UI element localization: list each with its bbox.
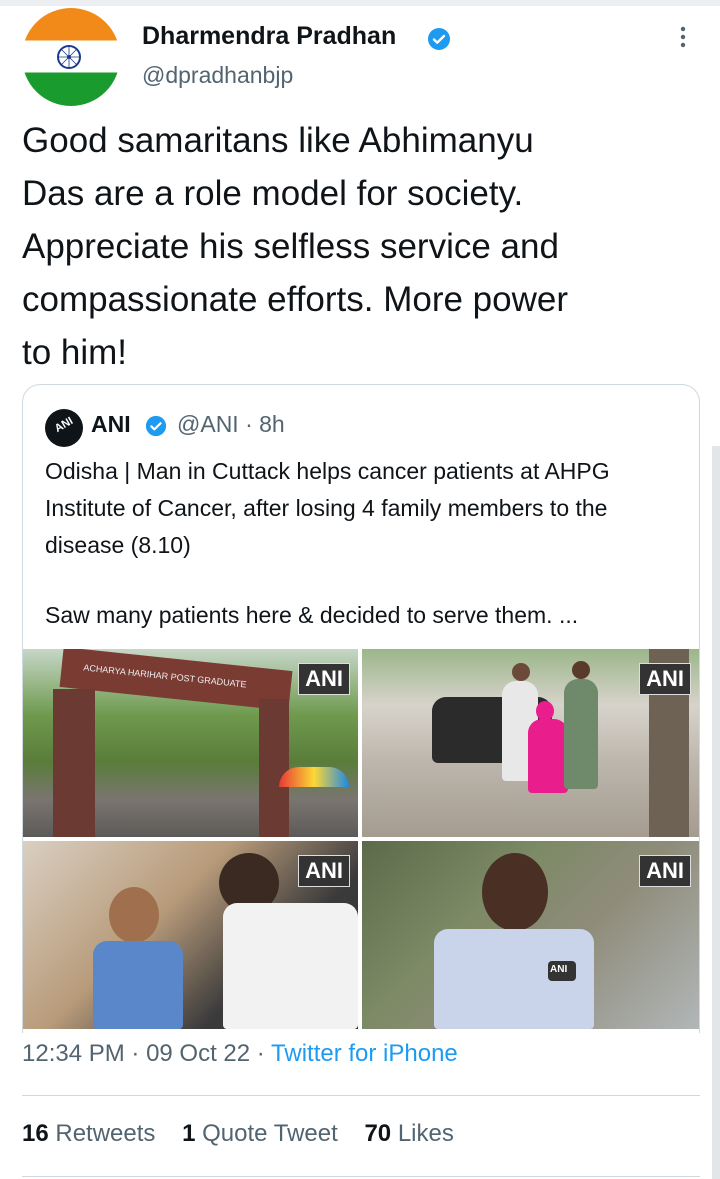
quoted-text: Odisha | Man in Cuttack helps cancer pat… <box>45 458 610 558</box>
ani-avatar[interactable]: ANI <box>45 409 83 447</box>
author-handle[interactable]: @dpradhanbjp <box>142 62 293 89</box>
author-avatar[interactable] <box>22 8 120 106</box>
person-head <box>572 661 590 679</box>
umbrella-shape <box>279 767 349 787</box>
divider <box>22 1176 700 1177</box>
gate-pillar-left <box>53 689 95 837</box>
retweets-stat[interactable]: 16 Retweets <box>22 1120 155 1147</box>
patient-body <box>93 941 183 1029</box>
ani-watermark: ANI <box>639 855 691 887</box>
patient-head <box>109 887 159 943</box>
photo-interview[interactable]: ANI ANI <box>362 841 699 1029</box>
tweet-meta: 12:34 PM · 09 Oct 22 · Twitter for iPhon… <box>22 1040 458 1068</box>
ani-watermark: ANI <box>298 855 350 887</box>
volunteer-body <box>223 903 358 1029</box>
person-head <box>512 663 530 681</box>
scrollbar-track[interactable] <box>712 446 720 1179</box>
microphone-icon: ANI <box>548 961 576 981</box>
person-standing <box>564 679 598 789</box>
quotes-stat[interactable]: 1 Quote Tweet <box>182 1120 338 1147</box>
ashoka-chakra-icon <box>57 45 81 69</box>
quoted-handle-time: @ANI · 8h <box>177 411 285 437</box>
likes-stat[interactable]: 70 Likes <box>364 1120 453 1147</box>
top-divider <box>0 0 720 6</box>
quotes-label: Quote Tweet <box>202 1120 338 1147</box>
quoted-author-name[interactable]: ANI <box>91 411 131 438</box>
tweet-source-link[interactable]: Twitter for iPhone <box>271 1040 458 1067</box>
likes-count: 70 <box>364 1120 392 1147</box>
patient-head <box>536 701 554 721</box>
quoted-text-second: Saw many patients here & decided to serv… <box>45 602 579 628</box>
tweet-stats: 16 Retweets 1 Quote Tweet 70 Likes <box>22 1120 454 1148</box>
divider <box>22 1095 700 1096</box>
quotes-count: 1 <box>182 1120 196 1147</box>
retweets-label: Retweets <box>55 1120 156 1147</box>
likes-label: Likes <box>397 1120 454 1147</box>
photo-hospital-gate[interactable]: ACHARYA HARIHAR POST GRADUATE ANI <box>23 649 358 837</box>
retweets-count: 16 <box>22 1120 49 1147</box>
photo-wheelchair-patient[interactable]: ANI <box>362 649 699 837</box>
interviewee-head <box>482 853 548 931</box>
patient-in-wheelchair <box>528 719 568 793</box>
gate-pillar-right <box>259 699 289 837</box>
verified-badge-icon <box>428 28 450 50</box>
photo-patient-care[interactable]: ANI <box>23 841 358 1029</box>
more-options-icon[interactable] <box>668 22 698 52</box>
ani-watermark: ANI <box>639 663 691 695</box>
author-name[interactable]: Dharmendra Pradhan <box>142 22 396 51</box>
tweet-date: 09 Oct 22 <box>146 1040 251 1067</box>
meta-separator: · <box>124 1040 147 1067</box>
tweet-time: 12:34 PM <box>22 1040 125 1067</box>
tweet-text: Good samaritans like Abhimanyu Das are a… <box>22 121 569 372</box>
ani-watermark: ANI <box>298 663 350 695</box>
verified-badge-icon <box>145 415 167 437</box>
meta-separator: · <box>250 1040 272 1067</box>
quoted-tweet-card[interactable]: ANI ANI @ANI · 8h Odisha | Man in Cuttac… <box>22 384 700 1033</box>
